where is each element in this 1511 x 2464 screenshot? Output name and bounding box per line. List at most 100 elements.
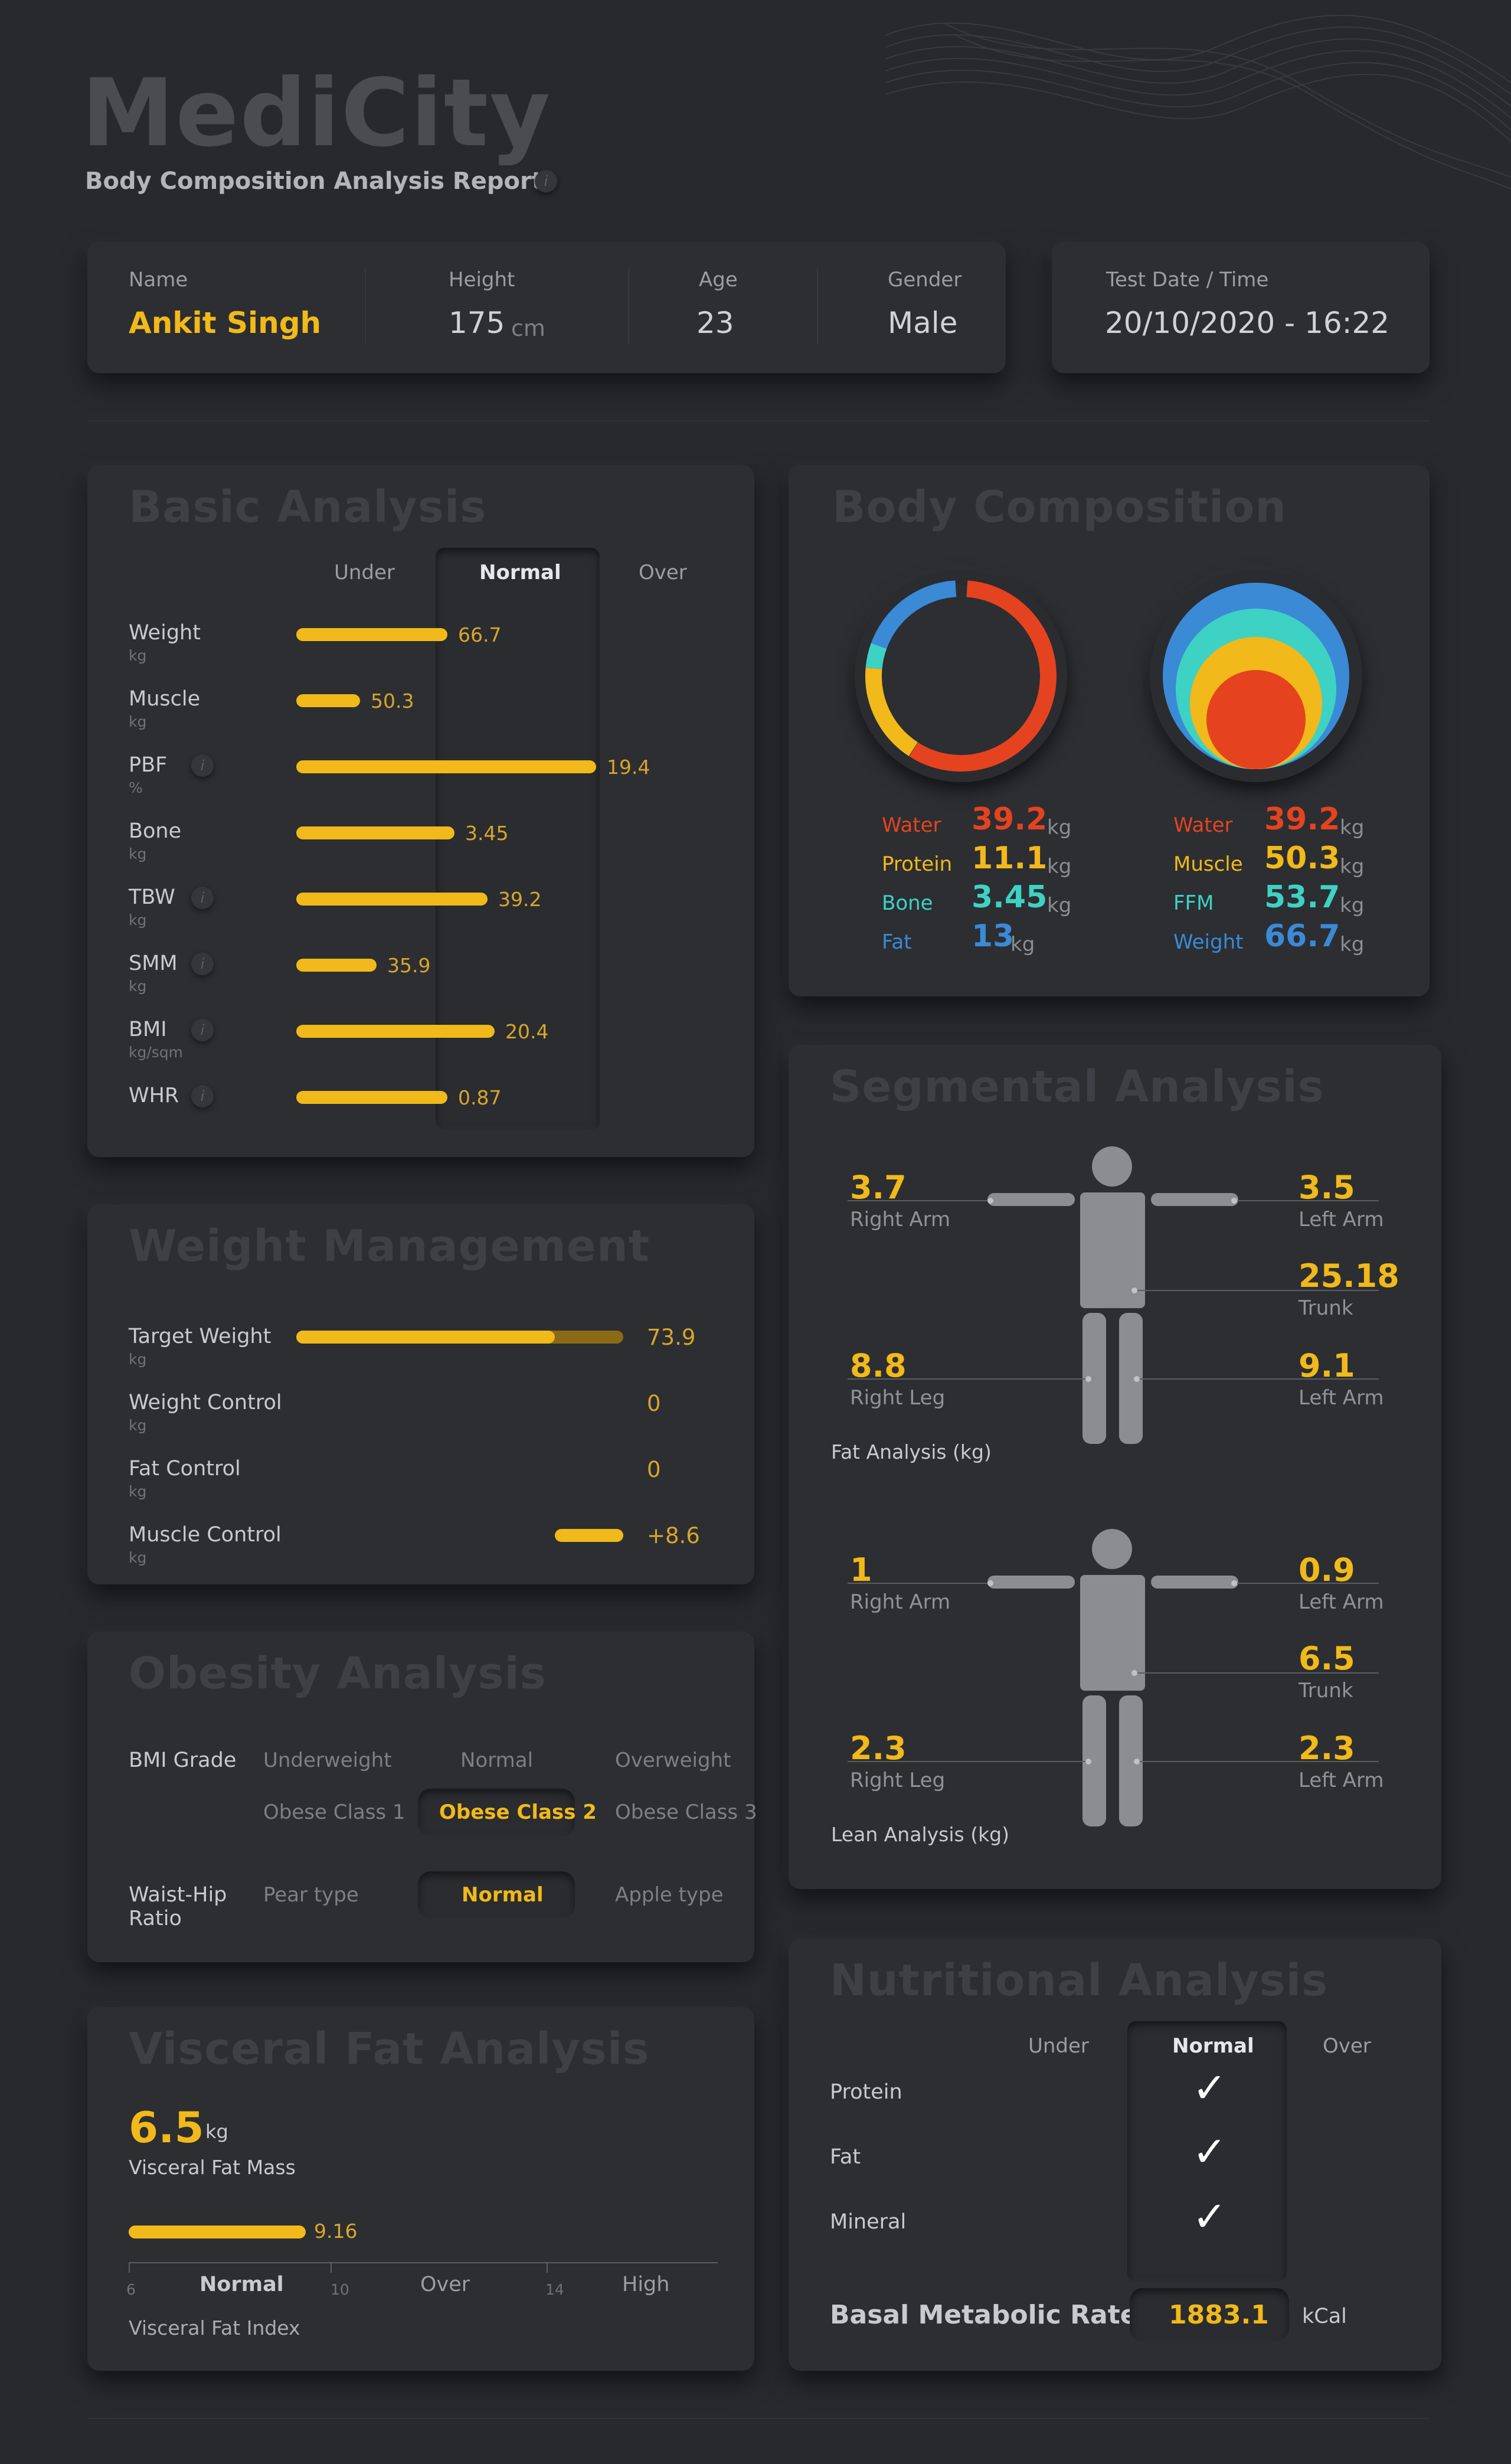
right-legend-muscle-label: Muscle [1173, 852, 1243, 876]
tbw-label: TBW [129, 885, 175, 909]
brand-logo: MediCity [81, 59, 552, 168]
bmr-value: 1883.1 [1169, 2300, 1269, 2330]
fat-control-unit: kg [129, 1483, 147, 1500]
weight-bar [296, 628, 447, 641]
date-value: 20/10/2020 - 16:22 [1105, 306, 1390, 340]
pbf-label: PBF [129, 753, 168, 777]
bmi-value: 20.4 [505, 1020, 549, 1043]
wave-decoration [885, 15, 1511, 189]
body-part [987, 1193, 1075, 1206]
bmi-info-icon[interactable]: i [191, 1019, 214, 1041]
target-weight-bar [296, 1331, 555, 1344]
muscle-value: 50.3 [371, 689, 414, 713]
right-legend-unit: kg [1340, 816, 1365, 839]
fat-right-arm-value: 3.7 [850, 1169, 907, 1206]
height-unit: cm [511, 315, 545, 341]
tbw-unit: kg [129, 911, 147, 929]
bmi-option[interactable]: Obese Class 1 [263, 1800, 405, 1824]
right-legend-unit: kg [1340, 894, 1365, 917]
fat-control-label: Fat Control [129, 1457, 241, 1481]
bmi-option[interactable]: Obese Class 3 [615, 1800, 757, 1824]
panel-title: Segmental Analysis [830, 1061, 1324, 1112]
anchor-dot [1131, 1287, 1137, 1293]
visceral-mass-value: 6.5 [129, 2103, 204, 2152]
body-part [1092, 1146, 1132, 1187]
panel-title: Body Composition [832, 482, 1287, 532]
whr-selected[interactable]: Normal [462, 1883, 544, 1907]
tick-label: 14 [545, 2281, 564, 2298]
fat-left-leg-label: Left Arm [1299, 1386, 1384, 1410]
fat-right-arm-label: Right Arm [850, 1208, 951, 1231]
height-value: 175 [449, 306, 505, 340]
right-legend-ffm-label: FFM [1173, 891, 1214, 915]
visceral-fat-panel: Visceral Fat Analysis 6.5 kg Visceral Fa… [87, 2007, 754, 2371]
whr-option[interactable]: Pear type [263, 1883, 359, 1907]
muscle-control-label: Muscle Control [129, 1523, 282, 1547]
pbf-info-icon[interactable]: i [191, 754, 214, 777]
age-value: 23 [696, 306, 734, 340]
body-part [987, 1576, 1075, 1589]
anchor-dot [987, 1580, 993, 1586]
col-over: Over [639, 561, 687, 584]
tbw-bar [296, 893, 488, 906]
bmi-selected[interactable]: Obese Class 2 [439, 1800, 597, 1824]
nutrition-row-fat: Fat [830, 2145, 861, 2169]
left-legend-unit: kg [1047, 816, 1072, 839]
visceral-mass-unit: kg [205, 2120, 228, 2143]
left-legend-fat-label: Fat [882, 930, 912, 954]
bmi-option[interactable]: Normal [460, 1749, 533, 1772]
bone-unit: kg [129, 845, 147, 862]
fat-right-leg-label: Right Leg [850, 1386, 946, 1410]
anchor-dot [1085, 1759, 1091, 1764]
subtitle-info-icon[interactable]: i [535, 170, 557, 192]
smm-info-icon[interactable]: i [191, 953, 214, 975]
smm-label: SMM [129, 952, 178, 975]
bone-bar [296, 826, 454, 839]
muscle-label: Muscle [129, 687, 201, 711]
gender-label: Gender [888, 268, 962, 292]
pbf-value: 19.4 [607, 756, 650, 779]
whr-info-icon[interactable]: i [191, 1085, 214, 1107]
lean-left-leg-label: Left Arm [1299, 1769, 1384, 1792]
right-legend-water-value: 39.2 [1264, 802, 1340, 837]
panel-title: Basic Analysis [129, 482, 487, 532]
nutritional-analysis-panel: Nutritional Analysis Under Normal Over P… [789, 1939, 1441, 2371]
tick-label: 6 [126, 2281, 136, 2298]
patient-name: Ankit Singh [129, 306, 322, 340]
whr-option[interactable]: Apple type [615, 1883, 724, 1907]
visceral-index-bar [129, 2226, 306, 2238]
bmi-option[interactable]: Overweight [615, 1749, 731, 1772]
anchor-dot [1231, 1580, 1237, 1586]
scale-tick [331, 2262, 332, 2273]
weight-control-label: Weight Control [129, 1391, 282, 1414]
left-legend-unit: kg [1047, 855, 1072, 878]
weight-control-unit: kg [129, 1417, 147, 1434]
col-normal: Normal [1172, 2034, 1254, 2058]
lean-left-arm-value: 0.9 [1299, 1551, 1355, 1589]
body-part [1092, 1529, 1132, 1569]
panel-title: Obesity Analysis [129, 1648, 547, 1699]
lean-left-leg-value: 2.3 [1299, 1730, 1355, 1767]
muscle-bar [296, 694, 360, 707]
smm-unit: kg [129, 978, 147, 995]
target-weight-value: 73.9 [647, 1325, 696, 1350]
whr-bar [296, 1091, 447, 1104]
lean-left-arm-label: Left Arm [1299, 1590, 1384, 1614]
target-weight-label: Target Weight [129, 1325, 272, 1348]
header-divider [87, 420, 1430, 421]
patient-card: Name Ankit Singh Height 175 cm Age 23 Ge… [87, 242, 1006, 373]
anchor-dot [1085, 1376, 1091, 1382]
panel-title: Nutritional Analysis [830, 1955, 1329, 2006]
visceral-scale-line [129, 2262, 718, 2263]
anchor-dot [1231, 1198, 1237, 1204]
smm-value: 35.9 [387, 954, 431, 977]
fat-control-value: 0 [647, 1457, 661, 1482]
height-label: Height [449, 268, 515, 292]
bmr-label: Basal Metabolic Rate [830, 2300, 1138, 2330]
tbw-info-icon[interactable]: i [191, 887, 214, 909]
fat-trunk-value: 25.18 [1299, 1257, 1399, 1295]
check-icon: ✓ [1192, 2128, 1227, 2176]
bmi-option[interactable]: Underweight [263, 1749, 392, 1772]
lean-right-arm-value: 1 [850, 1551, 872, 1589]
composition-nested-chart [1163, 583, 1349, 769]
